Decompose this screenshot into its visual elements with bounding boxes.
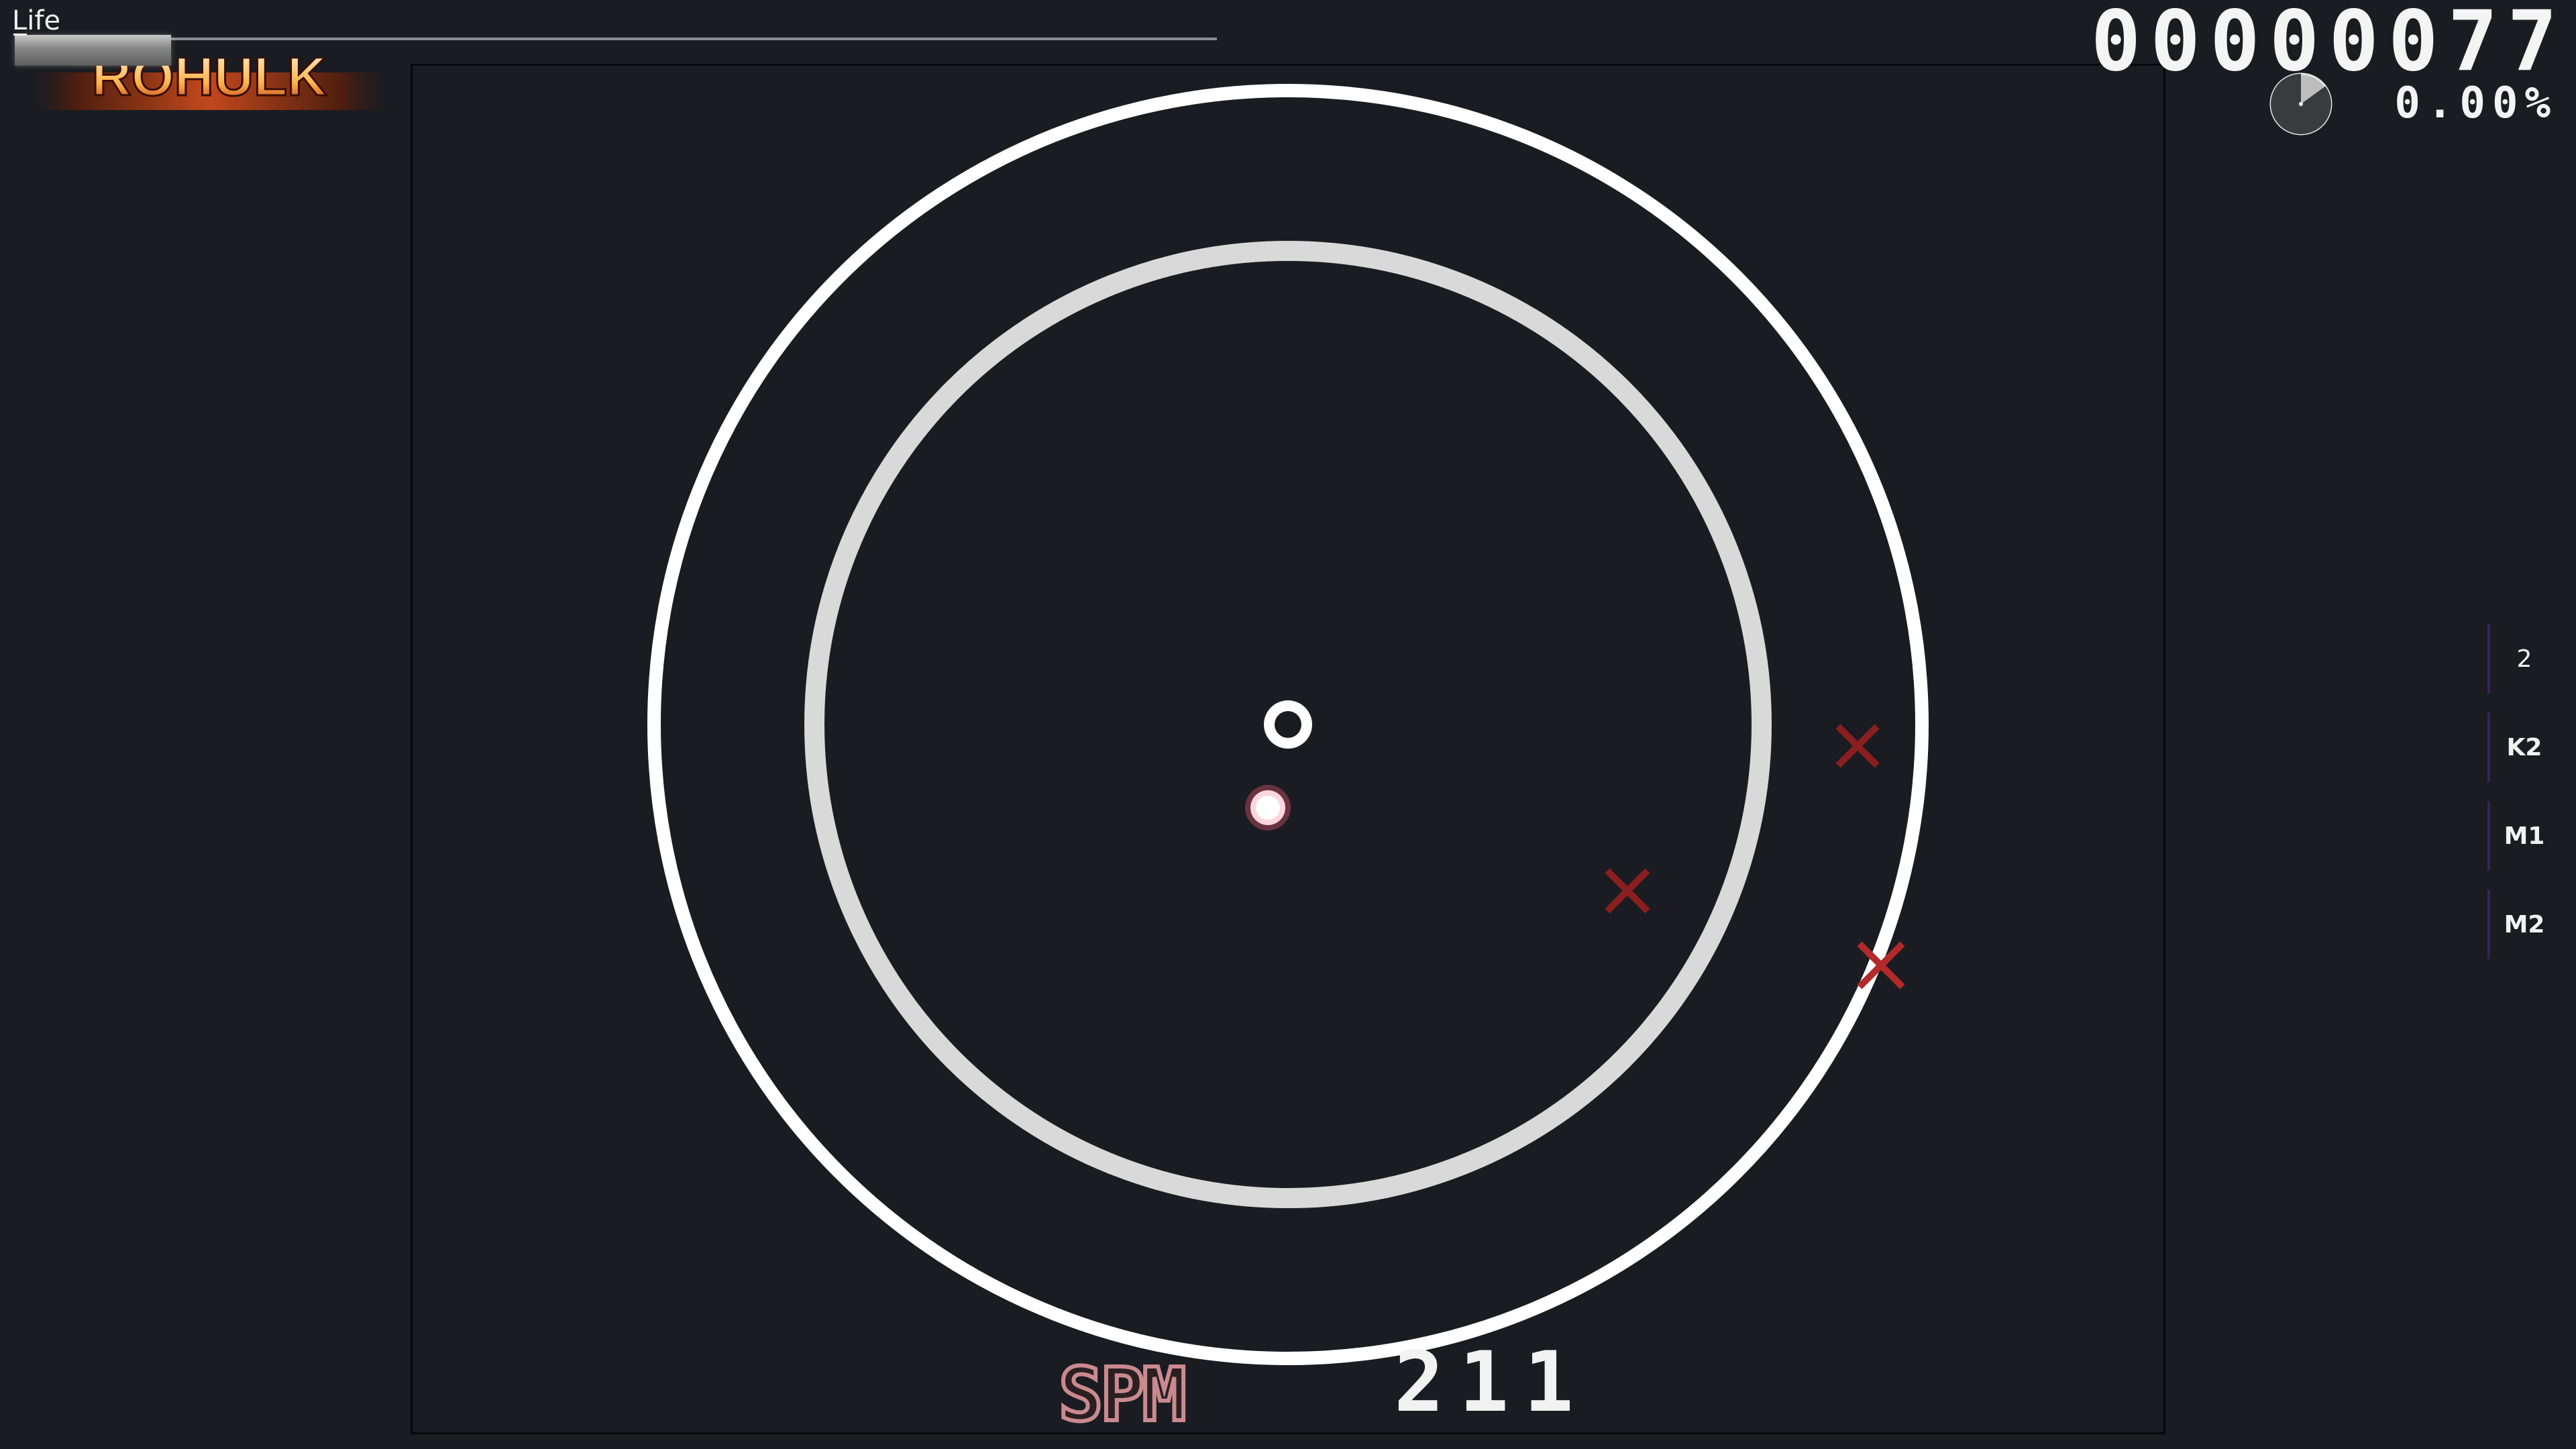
key-k2: K2	[2487, 712, 2561, 782]
spinner	[647, 84, 1929, 1365]
key-m2: M2	[2487, 890, 2561, 959]
key-overlay: 2 K2 M1 M2	[2487, 624, 2561, 978]
spm-label: SPM	[1057, 1352, 1189, 1438]
game-screen: ROHULK Life 00000077 0.00% SPM 211 2 K2 …	[0, 0, 2576, 1449]
miss-x-icon	[1605, 868, 1650, 914]
key-counter: 2	[2487, 624, 2561, 694]
spinner-center-icon	[1264, 700, 1312, 749]
cursor-dot-icon	[1245, 785, 1291, 830]
miss-x-icon	[1835, 724, 1880, 768]
key-m1: M1	[2487, 801, 2561, 871]
spm-value: 211	[1394, 1334, 1589, 1431]
